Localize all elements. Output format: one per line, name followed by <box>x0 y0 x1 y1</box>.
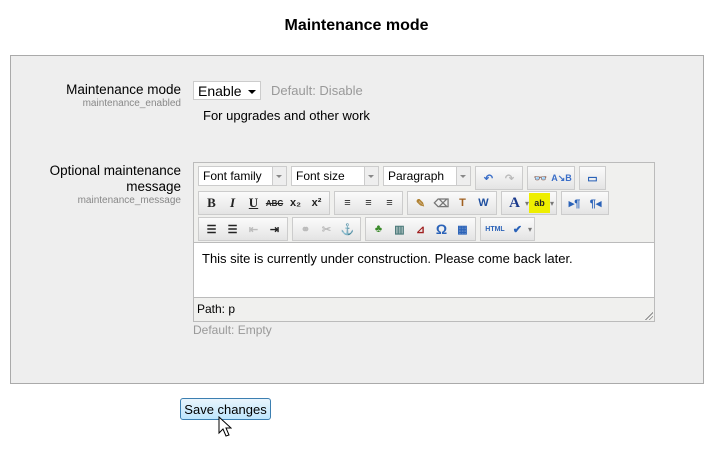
cleanup-icon[interactable]: ✎ <box>410 193 431 213</box>
chevron-down-icon[interactable]: ▾ <box>528 225 532 234</box>
text-color-icon[interactable]: A <box>504 193 525 213</box>
unlink-icon[interactable]: ✂ <box>316 219 337 239</box>
underline-icon[interactable]: U <box>243 193 264 213</box>
paste-word-icon[interactable]: W <box>473 193 494 213</box>
special-char-icon[interactable]: Ω <box>431 219 452 239</box>
chevron-down-icon <box>364 167 378 185</box>
eraser-icon[interactable]: ⌫ <box>431 193 452 213</box>
find-icon[interactable]: 👓 <box>530 168 551 188</box>
table-icon[interactable]: ▦ <box>452 219 473 239</box>
link-icon[interactable]: ⚭ <box>295 219 316 239</box>
bullet-list-icon[interactable]: ☰ <box>201 219 222 239</box>
anchor-icon[interactable]: ⚓ <box>337 219 358 239</box>
spellcheck-icon[interactable]: ✔ <box>507 219 528 239</box>
highlight-color-icon[interactable]: ab <box>529 193 551 213</box>
paste-text-icon[interactable]: T <box>452 193 473 213</box>
indent-icon[interactable]: ⇥ <box>264 219 285 239</box>
media-icon[interactable]: ▥ <box>389 219 410 239</box>
element-path: Path: p <box>197 302 236 316</box>
resize-handle-icon[interactable] <box>644 311 653 320</box>
select-value: Font size <box>296 169 345 183</box>
chevron-down-icon <box>272 167 286 185</box>
format-select[interactable]: Paragraph <box>383 166 471 186</box>
setting-key: maintenance_enabled <box>82 98 181 109</box>
label-text: Optional maintenance <box>49 163 181 178</box>
toolbar-row-3: ☰ ☰ ⇤ ⇥ ⚭ ✂ ⚓ ♣ ▥ ⊿ Ω ▦ HTML ✔ ▾ <box>198 217 536 241</box>
page-title: Maintenance mode <box>284 17 429 34</box>
select-value: Enable <box>198 83 242 99</box>
mouse-cursor-icon <box>218 416 232 437</box>
replace-icon[interactable]: A↘B <box>551 168 572 188</box>
setting-key: maintenance_message <box>77 195 181 206</box>
numbered-list-icon[interactable]: ☰ <box>222 219 243 239</box>
chevron-down-icon <box>248 90 256 94</box>
label-text: message <box>126 179 181 194</box>
html-source-icon[interactable]: HTML <box>483 219 507 239</box>
font-size-select[interactable]: Font size <box>291 166 379 186</box>
undo-icon[interactable]: ↶ <box>478 168 499 188</box>
align-left-icon[interactable]: ≡ <box>337 193 358 213</box>
strikethrough-icon[interactable]: ABC <box>264 193 285 213</box>
toolbar-row-1: Font family Font size Paragraph ↶ ↷ 👓 A↘B … <box>198 166 606 190</box>
outdent-icon[interactable]: ⇤ <box>243 219 264 239</box>
align-center-icon[interactable]: ≡ <box>358 193 379 213</box>
maintenance-mode-select[interactable]: Enable <box>193 81 261 100</box>
setting-description: For upgrades and other work <box>203 108 370 123</box>
italic-icon[interactable]: I <box>222 193 243 213</box>
superscript-icon[interactable]: x² <box>306 193 327 213</box>
font-family-select[interactable]: Font family <box>198 166 287 186</box>
subscript-icon[interactable]: x₂ <box>285 193 306 213</box>
align-right-icon[interactable]: ≡ <box>379 193 400 213</box>
rtl-icon[interactable]: ¶◂ <box>585 193 606 213</box>
fullscreen-icon[interactable]: ▭ <box>582 168 603 188</box>
default-value: Default: Disable <box>271 83 363 98</box>
bold-icon[interactable]: B <box>201 193 222 213</box>
label-text: Maintenance mode <box>66 82 181 97</box>
message-label: Optional maintenance message maintenance… <box>50 163 181 207</box>
chevron-down-icon <box>456 167 470 185</box>
rich-text-editor: Font family Font size Paragraph ↶ ↷ 👓 A↘B … <box>193 162 655 322</box>
toolbar-row-2: B I U ABC x₂ x² ≡ ≡ ≡ ✎ ⌫ T W A ▾ ab ▾ ▸¶ ¶◂ <box>198 191 610 215</box>
select-value: Font family <box>203 169 262 183</box>
chevron-down-icon[interactable]: ▾ <box>550 199 554 208</box>
horizontal-rule-icon[interactable]: ⊿ <box>410 219 431 239</box>
redo-icon[interactable]: ↷ <box>499 168 520 188</box>
select-value: Paragraph <box>388 169 445 183</box>
default-value: Default: Empty <box>193 323 272 337</box>
ltr-icon[interactable]: ▸¶ <box>564 193 585 213</box>
editor-content[interactable]: This site is currently under constructio… <box>194 242 654 298</box>
image-icon[interactable]: ♣ <box>368 219 389 239</box>
maintenance-mode-label: Maintenance mode maintenance_enabled <box>66 82 181 110</box>
